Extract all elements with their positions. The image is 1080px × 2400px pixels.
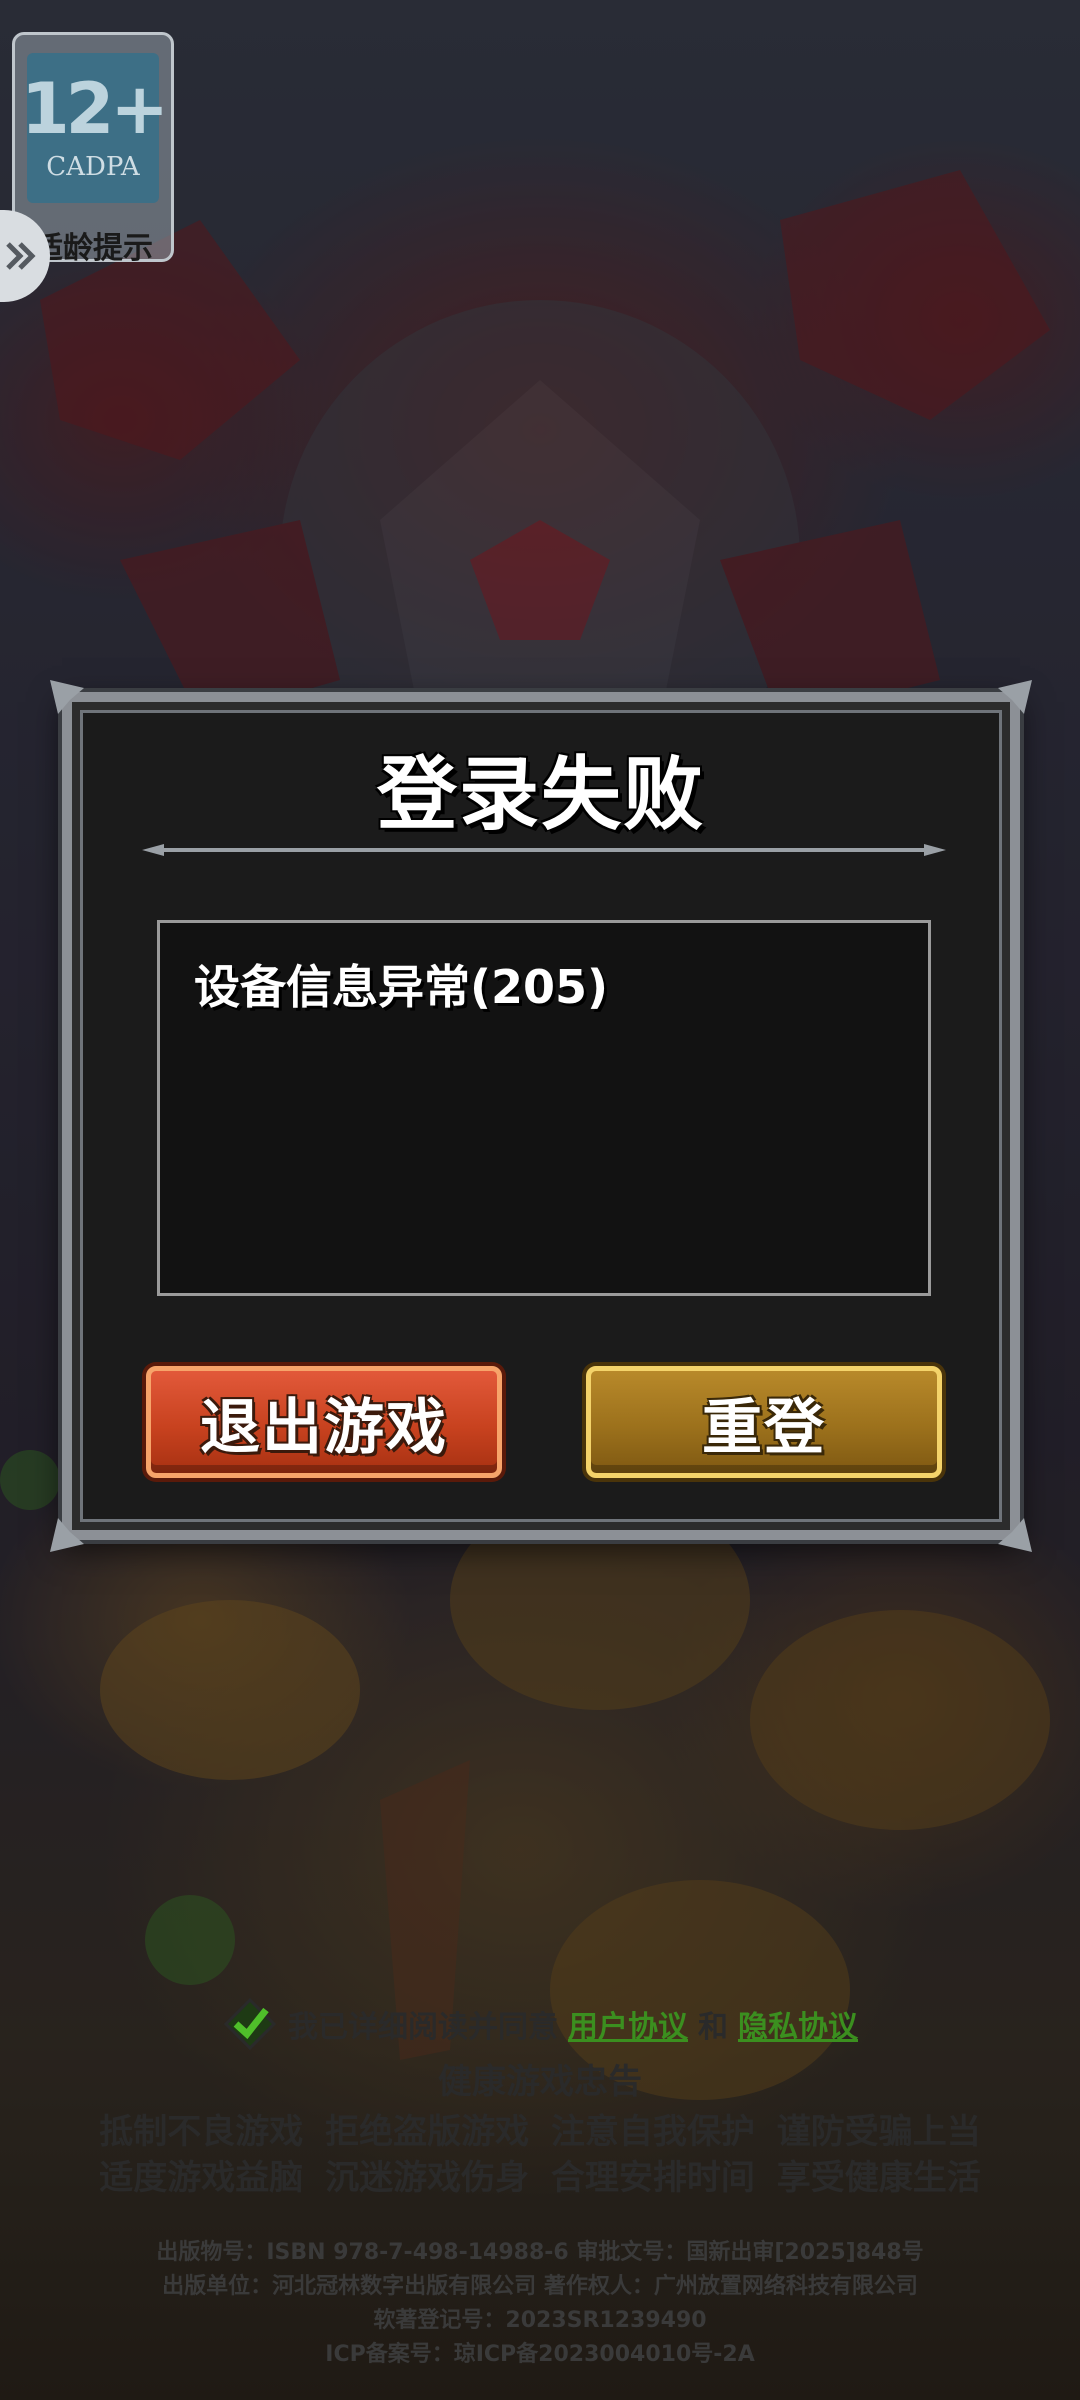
- publication-number: 出版物号：ISBN 978-7-498-14988-6 审批文号：国新出审[20…: [156, 2240, 924, 2265]
- title-divider: [142, 844, 946, 856]
- checkbox-checked-icon[interactable]: [222, 1996, 278, 2052]
- icp-record: ICP备案号：琼ICP备2023004010号-2A: [325, 2342, 755, 2367]
- corner-ornament-icon: [998, 680, 1032, 714]
- publisher-info: 出版单位：河北冠林数字出版有限公司 著作权人：广州放置网络科技有限公司: [162, 2274, 918, 2299]
- exit-game-button[interactable]: 退出游戏: [146, 1366, 502, 1478]
- error-message: 设备信息异常(205): [194, 960, 609, 1014]
- health-notice-line-1: 抵制不良游戏 拒绝盗版游戏 注意自我保护 谨防受骗上当: [99, 2112, 981, 2152]
- corner-ornament-icon: [50, 680, 84, 714]
- agreement-prefix: 我已详细阅读并同意: [288, 2010, 558, 2045]
- double-chevron-right-icon: [6, 242, 36, 270]
- login-failed-dialog: 登录失败 设备信息异常(205) 退出游戏 重登: [50, 680, 1032, 1552]
- agreement-row: 我已详细阅读并同意 用户协议 和 隐私协议: [0, 1996, 1080, 2052]
- dialog-title: 登录失败: [377, 748, 705, 841]
- privacy-agreement-link[interactable]: 隐私协议: [738, 2002, 858, 2046]
- corner-ornament-icon: [50, 1518, 84, 1552]
- agreement-and: 和: [698, 2010, 728, 2045]
- error-message-box: 设备信息异常(205): [157, 920, 931, 1296]
- relogin-button[interactable]: 重登: [586, 1366, 942, 1478]
- user-agreement-link[interactable]: 用户协议: [568, 2002, 688, 2046]
- health-notice-title: 健康游戏忠告: [438, 2062, 642, 2102]
- software-registration: 软著登记号：2023SR1239490: [373, 2308, 707, 2333]
- age-rating-org: CADPA: [46, 152, 140, 182]
- health-notice-line-2: 适度游戏益脑 沉迷游戏伤身 合理安排时间 享受健康生活: [99, 2158, 981, 2198]
- corner-ornament-icon: [998, 1518, 1032, 1552]
- age-rating-panel: 12+ CADPA: [21, 53, 169, 203]
- age-rating-number: 12+: [20, 68, 169, 150]
